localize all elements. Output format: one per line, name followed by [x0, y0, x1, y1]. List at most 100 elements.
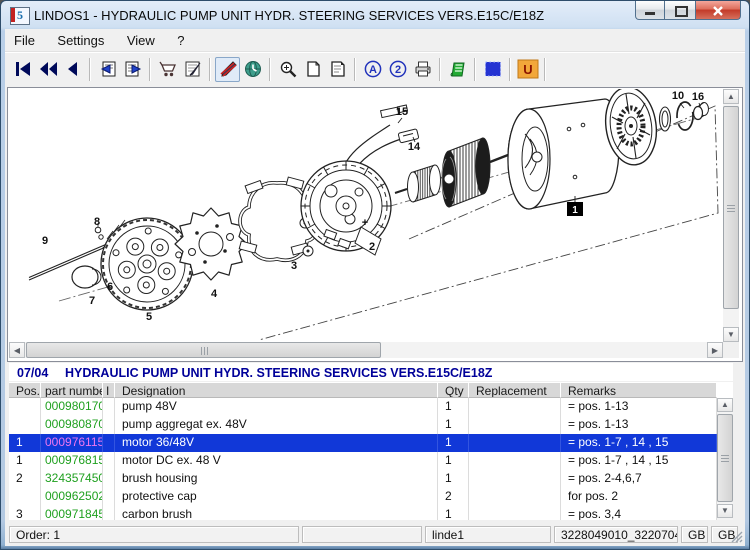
status-language-1: GB	[681, 525, 708, 543]
toolbar-separator	[474, 57, 476, 81]
world-clock-button[interactable]	[240, 57, 265, 82]
pen-marker-button[interactable]	[215, 56, 240, 82]
cell-remarks: for pos. 2	[561, 488, 717, 506]
column-header-qty[interactable]: Qty	[438, 382, 469, 398]
cell-pos: 2	[9, 470, 41, 488]
units-button[interactable]: U	[515, 57, 540, 82]
table-row[interactable]: 10009768153motor DC ex. 48 V1= pos. 1-7 …	[9, 452, 733, 470]
arrow-up-icon: ▲	[727, 92, 735, 101]
report-next-button[interactable]	[120, 57, 145, 82]
cell-pos: 1	[9, 452, 41, 470]
order-form-button[interactable]	[180, 57, 205, 82]
minimize-button[interactable]	[635, 1, 665, 20]
toolbar-separator	[269, 57, 271, 81]
cell-replacement	[469, 488, 561, 506]
part-label-4: 4	[211, 288, 218, 300]
cell-part: 0009625026	[41, 488, 103, 506]
resize-grip-icon[interactable]	[731, 531, 743, 543]
cell-designation: protective cap	[115, 488, 438, 506]
part-label-3: 3	[291, 260, 297, 272]
shopping-cart-button[interactable]	[155, 57, 180, 82]
column-header-replacement[interactable]: Replacement	[469, 382, 561, 398]
status-bar: Order: 1 linde1 3228049010_3220704 GB GB	[5, 522, 745, 546]
order-form-icon	[185, 61, 200, 77]
scroll-down-button[interactable]: ▼	[717, 504, 733, 518]
auto-letter-button[interactable]: A	[360, 57, 385, 82]
catalog-code: 07/04	[17, 366, 49, 380]
menu-help[interactable]: ?	[168, 29, 193, 48]
auto-letter-icon: A	[364, 60, 381, 78]
menu-view[interactable]: View	[118, 29, 164, 48]
cell-remarks: = pos. 1-7 , 14 , 15	[561, 452, 717, 470]
part-label-6: 6	[107, 281, 113, 293]
cell-pos	[9, 398, 41, 416]
world-clock-icon	[244, 61, 261, 77]
scroll-thumb[interactable]	[723, 106, 739, 309]
cell-remarks: = pos. 3,4	[561, 506, 717, 520]
scroll-thumb[interactable]	[717, 414, 733, 502]
close-icon	[713, 6, 723, 16]
part-label-7: 7	[89, 295, 95, 307]
arrow-left-icon: ◀	[13, 346, 21, 355]
arrow-down-icon: ▼	[721, 506, 729, 515]
table-row[interactable]: 0009808703 pump aggregat ex. 48V1 = pos. 1…	[9, 416, 733, 434]
table-row[interactable]: 30009718453 carbon brush1 = pos. 3,4	[9, 506, 733, 520]
auto-number-button[interactable]: 2	[385, 57, 410, 82]
cell-replacement	[469, 470, 561, 488]
parts-panel-title: HYDRAULIC PUMP UNIT HYDR. STEERING SERVI…	[65, 366, 493, 380]
cell-qty: 1	[438, 452, 469, 470]
cell-replacement	[469, 398, 561, 416]
go-previous-button[interactable]	[60, 57, 85, 82]
new-page-button[interactable]	[300, 57, 325, 82]
scroll-up-button[interactable]: ▲	[717, 398, 733, 412]
scroll-down-button[interactable]: ▼	[723, 327, 739, 342]
notes-button[interactable]	[445, 57, 470, 82]
menu-settings[interactable]: Settings	[48, 29, 113, 48]
table-vertical-scrollbar[interactable]: ▲ ▼	[717, 398, 733, 520]
table-row[interactable]: 0009801703 pump 48V1 = pos. 1-13	[9, 398, 733, 416]
column-header-designation[interactable]: Designation	[115, 382, 438, 398]
cell-pos: 3	[9, 506, 41, 520]
part-label-5: 5	[146, 311, 152, 323]
table-row[interactable]: 10009761153motor 36/48V1= pos. 1-7 , 14 …	[9, 434, 733, 452]
column-header-part-number[interactable]: part number	[41, 382, 103, 398]
report-next-icon	[125, 61, 141, 77]
scroll-up-button[interactable]: ▲	[723, 89, 739, 104]
toolbar-separator	[354, 57, 356, 81]
title-bar[interactable]: 5 LINDOS1 - HYDRAULIC PUMP UNIT HYDR. ST…	[1, 1, 749, 29]
drawing-horizontal-scrollbar[interactable]: ◀ ▶	[9, 342, 723, 358]
maximize-button[interactable]	[665, 1, 696, 20]
cell-remarks: = pos. 2-4,6,7	[561, 470, 717, 488]
toolbar-separator	[89, 57, 91, 81]
units-icon: U	[517, 59, 538, 79]
column-header-pos[interactable]: Pos.	[9, 382, 41, 398]
table-row[interactable]: 23243574502 brush housing1 = pos. 2-4,6,7	[9, 470, 733, 488]
arrow-up-icon: ▲	[721, 400, 729, 409]
thumb-grip-icon	[721, 455, 729, 462]
go-previous-fast-button[interactable]	[35, 57, 60, 82]
scroll-thumb[interactable]	[26, 342, 381, 358]
thumb-grip-icon	[200, 347, 208, 355]
zoom-button[interactable]	[275, 57, 300, 82]
print-button[interactable]	[410, 57, 435, 82]
menu-file[interactable]: File	[5, 29, 44, 48]
table-row[interactable]: 0009625026 protective cap2 for pos. 2	[9, 488, 733, 506]
exploded-diagram[interactable]: 9 8 7 6 5 4 3 2 15 14 10 16 +1	[9, 89, 723, 342]
part-label-+: +	[362, 217, 368, 229]
app-logo-icon: 5	[10, 7, 30, 25]
scroll-left-button[interactable]: ◀	[9, 342, 25, 358]
scroll-right-button[interactable]: ▶	[707, 342, 723, 358]
cell-qty: 1	[438, 398, 469, 416]
part-label-14: 14	[408, 141, 421, 153]
cell-remarks: = pos. 1-13	[561, 416, 717, 434]
go-previous-icon	[67, 62, 77, 76]
minimize-icon	[645, 12, 655, 15]
go-first-button[interactable]	[10, 57, 35, 82]
copy-page-button[interactable]	[325, 57, 350, 82]
report-previous-button[interactable]	[95, 57, 120, 82]
grid-blue-button[interactable]	[480, 57, 505, 82]
column-header-i[interactable]: I	[103, 382, 115, 398]
close-button[interactable]	[696, 1, 741, 20]
column-header-remarks[interactable]: Remarks	[561, 382, 717, 398]
drawing-vertical-scrollbar[interactable]: ▲ ▼	[723, 89, 739, 342]
